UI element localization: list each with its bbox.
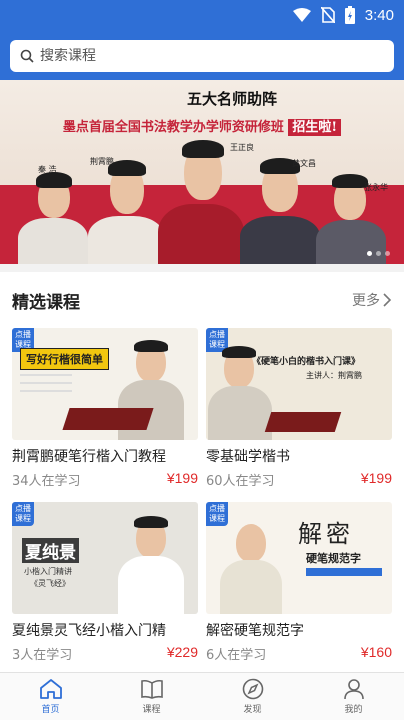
thumbnail-caption: 《硬笔小白的楷书入门课》 [252, 357, 361, 367]
banner-teacher-name-5: 张永华 [364, 183, 388, 192]
tab-courses-label: 课程 [142, 705, 161, 715]
pager-dot[interactable] [376, 251, 381, 256]
banner-subtitle: 五大名师助阵 [186, 90, 277, 108]
thumbnail-stripe [306, 568, 382, 576]
course-thumbnail: 点播课程 夏纯景 小楷入门精讲 《灵飞经》 [12, 502, 198, 614]
tab-profile[interactable]: 我的 [303, 673, 404, 720]
thumbnail-caption: 夏纯景 [22, 538, 79, 563]
search-icon [20, 49, 34, 63]
featured-courses-section: 精选课程 更多 点播课程 写好行楷很简单 荆霄鹏硬笔行楷入门教程 34人在学习 … [0, 272, 404, 672]
search-box[interactable] [10, 40, 394, 72]
status-bar: 3:40 [0, 0, 404, 32]
thumbnail-subcaption: 硬笔规范字 [306, 552, 361, 565]
course-meta: 3人在学习 ¥229 [12, 644, 198, 663]
book-icon [140, 679, 163, 699]
course-meta: 60人在学习 ¥199 [206, 470, 392, 489]
course-thumbnail: 点播课程 解密 硬笔规范字 [206, 502, 392, 614]
course-card[interactable]: 点播课程 夏纯景 小楷入门精讲 《灵飞经》 夏纯景灵飞经小楷入门精 3人在学习 … [12, 502, 198, 663]
tab-home[interactable]: 首页 [0, 673, 101, 720]
course-card[interactable]: 点播课程 解密 硬笔规范字 解密硬笔规范字 6人在学习 ¥160 [206, 502, 392, 663]
tab-discover-label: 发现 [243, 705, 262, 715]
search-header [0, 32, 404, 80]
home-icon [39, 679, 62, 699]
thumbnail-subcaption-2: 《灵飞经》 [30, 579, 70, 588]
course-meta: 6人在学习 ¥160 [206, 644, 392, 663]
banner-title-highlight: 招生啦! [288, 119, 342, 136]
battery-icon [344, 6, 355, 24]
user-icon [343, 679, 364, 700]
banner-pager [367, 251, 390, 256]
course-price: ¥229 [166, 644, 198, 660]
status-icons: 3:40 [292, 6, 394, 24]
pager-dot[interactable] [385, 251, 390, 256]
course-title: 零基础学楷书 [206, 449, 290, 465]
compass-icon [242, 678, 263, 700]
chevron-right-icon [383, 293, 392, 307]
wifi-icon [292, 8, 311, 22]
thumbnail-caption: 解密 [298, 520, 354, 548]
tab-courses[interactable]: 课程 [101, 673, 202, 720]
course-price: ¥160 [360, 644, 392, 660]
pager-dot-active[interactable] [367, 251, 372, 256]
banner-teacher-name-4: 黄文昌 [292, 159, 316, 168]
no-sim-icon [320, 7, 335, 23]
tab-home-label: 首页 [41, 705, 60, 715]
more-label: 更多 [352, 293, 380, 309]
course-title: 夏纯景灵飞经小楷入门精 [12, 623, 166, 639]
thumbnail-text-lines [20, 374, 80, 404]
thumbnail-book [264, 412, 342, 432]
course-title: 解密硬笔规范字 [206, 623, 304, 639]
course-meta: 34人在学习 ¥199 [12, 470, 198, 489]
thumbnail-caption: 写好行楷很简单 [20, 348, 109, 370]
thumbnail-subcaption: 主讲人：荆霄鹏 [306, 371, 362, 380]
banner-title-main: 墨点首届全国书法教学办学师资研修班 [62, 120, 284, 135]
course-students: 6人在学习 [206, 648, 267, 663]
course-students: 34人在学习 [12, 474, 81, 489]
clock: 3:40 [364, 6, 394, 24]
bottom-tab-bar: 首页 课程 发现 我的 [0, 672, 404, 720]
banner-teacher-name-2: 荆霄鹏 [90, 157, 114, 166]
section-header: 精选课程 更多 [12, 288, 392, 313]
course-students: 60人在学习 [206, 474, 275, 489]
course-price: ¥199 [360, 470, 392, 486]
banner-title: 墨点首届全国书法教学办学师资研修班 招生啦! [0, 116, 404, 136]
course-card[interactable]: 点播课程 写好行楷很简单 荆霄鹏硬笔行楷入门教程 34人在学习 ¥199 [12, 328, 198, 489]
promo-banner[interactable]: 五大名师助阵 墨点首届全国书法教学办学师资研修班 招生啦! 秦 浩 荆霄鹏 王正… [0, 80, 404, 264]
thumbnail-book [62, 408, 154, 430]
course-type-badge: 点播课程 [206, 502, 228, 526]
section-title: 精选课程 [12, 293, 80, 313]
search-input[interactable] [40, 48, 360, 64]
tab-discover[interactable]: 发现 [202, 673, 303, 720]
course-type-badge: 点播课程 [12, 502, 34, 526]
banner-teacher-name-1: 秦 浩 [38, 165, 57, 174]
course-price: ¥199 [166, 470, 198, 486]
course-card[interactable]: 点播课程 《硬笔小白的楷书入门课》 主讲人：荆霄鹏 零基础学楷书 60人在学习 … [206, 328, 392, 489]
banner-teacher-name-3: 王正良 [230, 143, 254, 152]
course-students: 3人在学习 [12, 648, 73, 663]
tab-profile-label: 我的 [344, 705, 363, 715]
more-link[interactable]: 更多 [352, 290, 392, 310]
thumbnail-subcaption: 小楷入门精讲 [24, 567, 72, 576]
course-thumbnail: 点播课程 写好行楷很简单 [12, 328, 198, 440]
course-title: 荆霄鹏硬笔行楷入门教程 [12, 449, 166, 465]
course-thumbnail: 点播课程 《硬笔小白的楷书入门课》 主讲人：荆霄鹏 [206, 328, 392, 440]
